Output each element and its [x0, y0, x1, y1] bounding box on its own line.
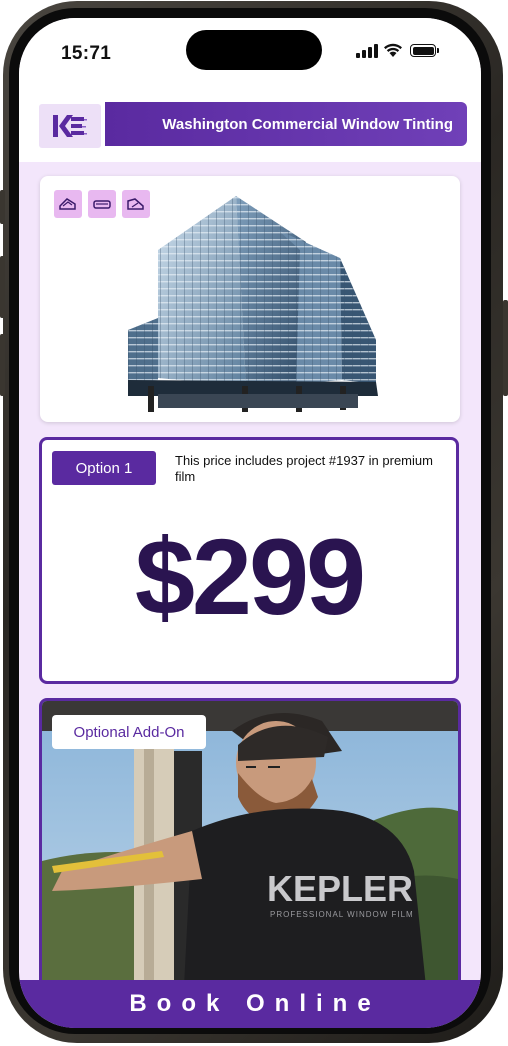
shirt-subtext: PROFESSIONAL WINDOW FILM — [270, 910, 414, 919]
app-header: Washington Commercial Window Tinting — [19, 100, 481, 162]
mute-switch — [0, 190, 5, 224]
header-title-bar: Washington Commercial Window Tinting — [105, 102, 467, 146]
price-note: This price includes project #1937 in pre… — [175, 453, 433, 484]
volume-down-button — [0, 334, 5, 396]
book-online-label: Book Online — [129, 990, 381, 1017]
status-time: 15:71 — [61, 43, 112, 64]
shirt-brand-text: KEPLER — [267, 868, 413, 909]
kepler-logo-icon — [53, 115, 87, 137]
battery-icon — [410, 44, 439, 57]
installer-photo: KEPLER PROFESSIONAL WINDOW FILM — [42, 701, 458, 1025]
volume-up-button — [0, 256, 5, 318]
tint-film-icon[interactable] — [54, 190, 82, 218]
dynamic-island — [186, 30, 322, 70]
book-online-button[interactable]: Book Online — [19, 980, 481, 1028]
page-title: Washington Commercial Window Tinting — [162, 115, 453, 133]
option-badge: Option 1 — [52, 451, 156, 485]
addon-card[interactable]: Optional Add-On KEPLER PROFESSIONAL WIND… — [39, 698, 461, 1028]
option-price-card[interactable]: Option 1 This price includes project #19… — [39, 437, 459, 684]
power-button — [503, 300, 508, 396]
status-bar: 15:71 — [19, 18, 481, 100]
price-value: $299 — [134, 516, 366, 637]
window-film-icon[interactable] — [88, 190, 116, 218]
addon-badge: Optional Add-On — [52, 715, 206, 749]
brand-logo[interactable] — [39, 104, 101, 148]
office-building-image — [128, 196, 378, 412]
wifi-icon — [384, 43, 402, 57]
phone-screen: 15:71 Washington Commercial Window Tinti… — [19, 18, 481, 1028]
building-image-card — [40, 176, 460, 422]
cellular-signal-icon — [356, 44, 378, 58]
